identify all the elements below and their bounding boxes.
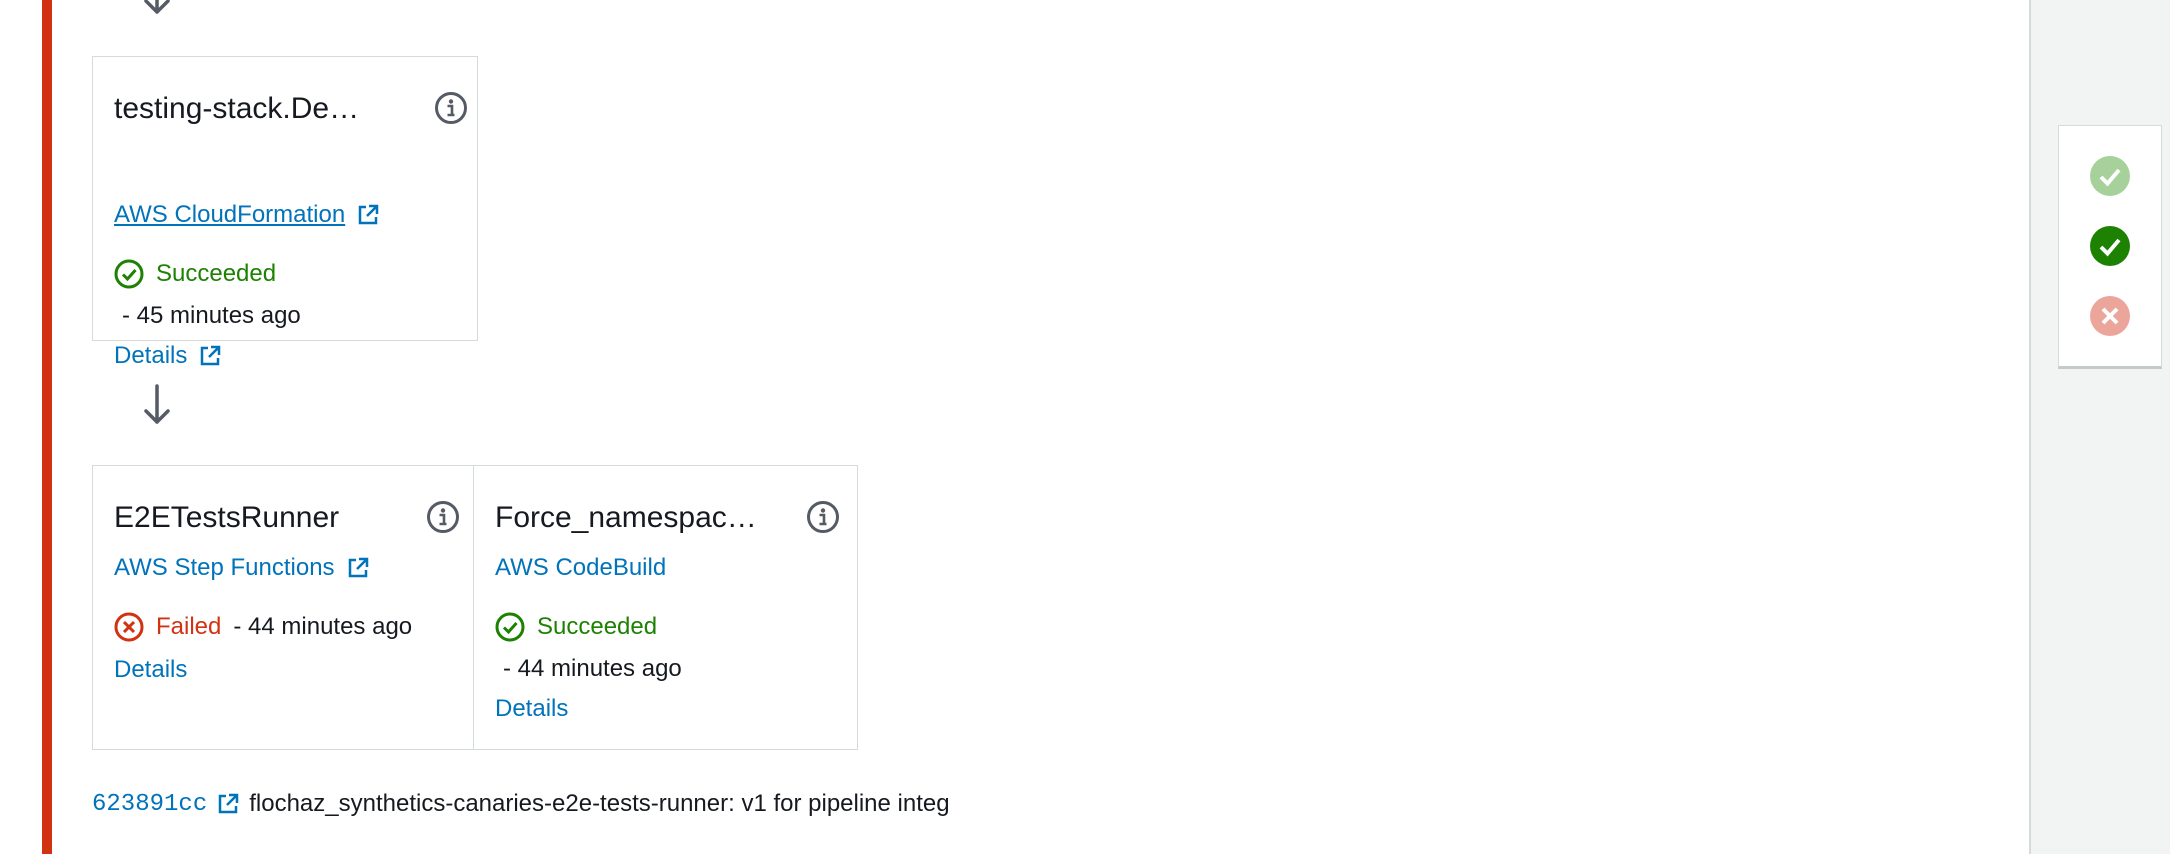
- action-name: E2ETestsRunner: [114, 501, 340, 534]
- commit-id-link[interactable]: 623891cc: [92, 791, 207, 818]
- source-revision: 623891cc flochaz_synthetics-canaries-e2e…: [92, 790, 950, 818]
- failed-icon: [114, 612, 144, 642]
- provider-link[interactable]: AWS Step Functions: [114, 554, 369, 582]
- action-name: testing-stack.De…: [114, 92, 360, 125]
- details-label: Details: [495, 695, 569, 722]
- provider-link[interactable]: AWS CodeBuild: [495, 554, 666, 582]
- status-text: Succeeded: [537, 613, 658, 640]
- status-line: Succeeded: [495, 612, 657, 642]
- stage-status-bar: [42, 0, 52, 854]
- details-label: Details: [114, 656, 188, 683]
- info-icon[interactable]: [426, 500, 460, 534]
- status-time: - 44 minutes ago: [233, 613, 413, 640]
- stage-status-navigator: [2058, 125, 2162, 369]
- external-link-icon: [347, 557, 369, 579]
- success-icon: [495, 612, 525, 642]
- arrow-down-icon: [140, 384, 174, 426]
- action-card-testing-stack: testing-stack.De… AWS CloudFormation Suc…: [92, 56, 478, 369]
- status-line: Succeeded: [114, 259, 276, 289]
- action-card-e2e-tests-runner: E2ETestsRunner AWS Step Functions Failed…: [92, 465, 474, 750]
- external-link-icon[interactable]: [217, 793, 239, 815]
- action-name: Force_namespace…: [495, 501, 765, 534]
- details-link[interactable]: Details: [114, 342, 221, 370]
- provider-label: AWS CodeBuild: [495, 554, 667, 581]
- success-icon[interactable]: [2089, 225, 2131, 267]
- details-label: Details: [114, 342, 188, 369]
- external-link-icon: [357, 204, 379, 226]
- action-card-force-namespace: Force_namespace… AWS CodeBuild Succeeded…: [473, 465, 858, 750]
- details-link[interactable]: Details: [114, 656, 187, 684]
- provider-label: AWS Step Functions: [114, 554, 335, 581]
- external-link-icon: [199, 345, 221, 367]
- status-time: - 45 minutes ago: [122, 302, 301, 329]
- pipeline-main-panel: testing-stack.De… AWS CloudFormation Suc…: [0, 0, 2031, 854]
- status-text: Succeeded: [156, 260, 277, 287]
- info-icon[interactable]: [806, 500, 840, 534]
- success-icon: [114, 259, 144, 289]
- failed-faded-icon[interactable]: [2089, 295, 2131, 337]
- info-icon[interactable]: [434, 91, 468, 125]
- arrow-down-icon: [140, 0, 174, 16]
- commit-message: flochaz_synthetics-canaries-e2e-tests-ru…: [249, 790, 950, 817]
- provider-link[interactable]: AWS CloudFormation: [114, 201, 379, 229]
- status-time: - 44 minutes ago: [503, 655, 682, 682]
- provider-label: AWS CloudFormation: [114, 201, 346, 228]
- details-link[interactable]: Details: [495, 695, 568, 723]
- success-faded-icon[interactable]: [2089, 155, 2131, 197]
- status-text: Failed: [156, 613, 222, 640]
- status-line: Failed - 44 minutes ago: [114, 612, 412, 642]
